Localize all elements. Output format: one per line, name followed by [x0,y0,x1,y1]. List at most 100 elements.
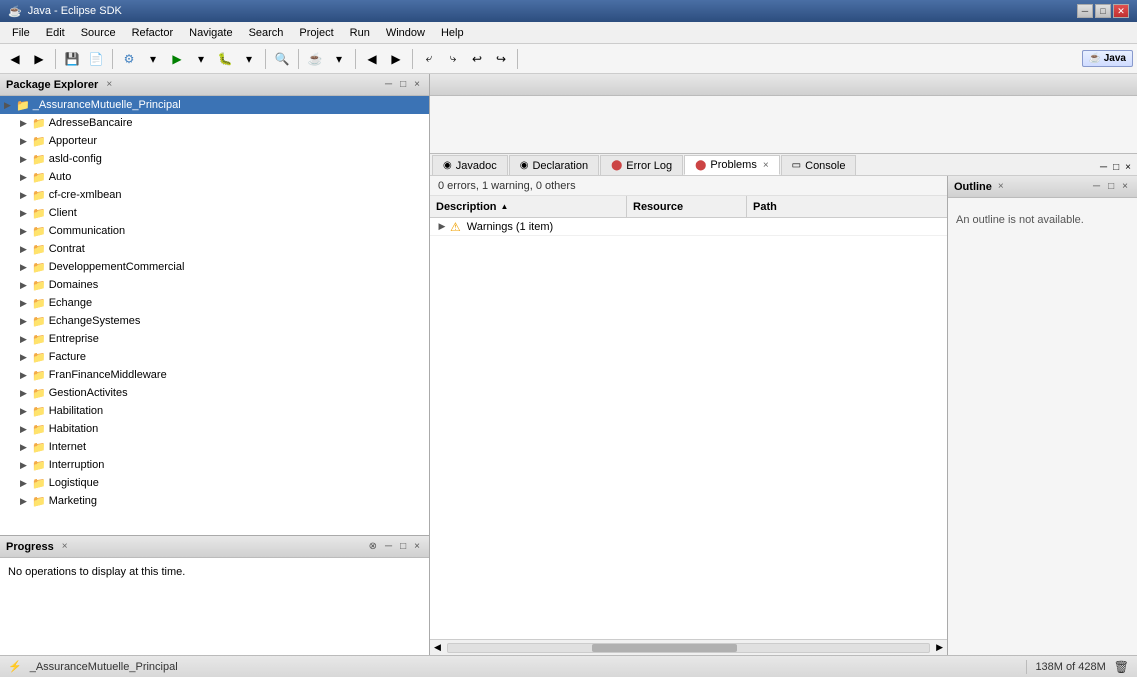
toolbar-build-dropdown[interactable]: ▾ [142,48,164,70]
menu-edit[interactable]: Edit [38,25,73,41]
tree-item-franfinance[interactable]: ▶ 📁 FranFinanceMiddleware [0,366,429,384]
tree-item-communication[interactable]: ▶ 📁 Communication [0,222,429,240]
h-scrollbar[interactable]: ◀ ▶ [430,639,947,655]
h-scroll-track[interactable] [447,643,930,653]
toolbar-extra4[interactable]: ↪ [490,48,512,70]
col-header-resource[interactable]: Resource [627,196,747,217]
package-explorer-close[interactable]: × [106,79,112,90]
expand-arrow[interactable]: ▶ [20,496,32,507]
toolbar-extra2[interactable]: ⤷ [442,48,464,70]
tree-item-internet[interactable]: ▶ 📁 Internet [0,438,429,456]
col-header-path[interactable]: Path [747,196,947,217]
tree-item-marketing[interactable]: ▶ 📁 Marketing [0,492,429,510]
expand-arrow[interactable]: ▶ [20,208,32,219]
progress-stop[interactable]: ⊗ [366,540,380,553]
menu-search[interactable]: Search [241,25,292,41]
menu-run[interactable]: Run [342,25,378,41]
progress-close[interactable]: × [62,541,68,552]
toolbar-run-dropdown[interactable]: ▾ [190,48,212,70]
toolbar-next-edit[interactable]: ▶ [385,48,407,70]
expand-arrow[interactable]: ▶ [20,352,32,363]
progress-panel-close[interactable]: × [411,540,423,553]
tree-item-entreprise[interactable]: ▶ 📁 Entreprise [0,330,429,348]
gc-button[interactable]: 🗑 [1114,660,1129,674]
tree-item-echangesystemes[interactable]: ▶ 📁 EchangeSystemes [0,312,429,330]
row-expand-icon[interactable]: ▶ [434,221,450,232]
expand-arrow[interactable]: ▶ [20,118,32,129]
expand-arrow[interactable]: ▶ [20,262,32,273]
tabs-close[interactable]: × [1123,160,1133,175]
toolbar-prev-edit[interactable]: ◀ [361,48,383,70]
expand-arrow[interactable]: ▶ [20,460,32,471]
tabs-maximize[interactable]: □ [1111,160,1121,175]
tree-item-interruption[interactable]: ▶ 📁 Interruption [0,456,429,474]
expand-arrow[interactable]: ▶ [20,298,32,309]
tree-item-echange[interactable]: ▶ 📁 Echange [0,294,429,312]
toolbar-back[interactable]: ◀ [4,48,26,70]
toolbar-extra3[interactable]: ↩ [466,48,488,70]
menu-source[interactable]: Source [73,25,124,41]
toolbar-search[interactable]: 🔍 [271,48,293,70]
toolbar-new-java[interactable]: ☕ [304,48,326,70]
tree-item-apporteur[interactable]: ▶ 📁 Apporteur [0,132,429,150]
close-button[interactable]: ✕ [1113,4,1129,18]
tree-item-habitation[interactable]: ▶ 📁 Habitation [0,420,429,438]
menu-file[interactable]: File [4,25,38,41]
menu-project[interactable]: Project [291,25,341,41]
tab-console[interactable]: ▭ Console [781,155,857,175]
tree-item-gestionactivites[interactable]: ▶ 📁 GestionActivites [0,384,429,402]
expand-arrow[interactable]: ▶ [20,316,32,327]
toolbar-debug-dropdown[interactable]: ▾ [238,48,260,70]
outline-close[interactable]: × [998,181,1004,192]
expand-arrow[interactable]: ▶ [20,334,32,345]
expand-arrow[interactable]: ▶ [20,244,32,255]
toolbar-run[interactable]: ▶ [166,48,188,70]
expand-arrow[interactable]: ▶ [20,406,32,417]
tree-item-domaines[interactable]: ▶ 📁 Domaines [0,276,429,294]
toolbar-save[interactable]: 💾 [61,48,83,70]
expand-arrow[interactable]: ▶ [20,226,32,237]
toolbar-new-dropdown[interactable]: ▾ [328,48,350,70]
panel-minimize[interactable]: ─ [382,78,395,91]
tab-javadoc[interactable]: ◉ Javadoc [432,155,508,175]
maximize-button[interactable]: □ [1095,4,1111,18]
expand-arrow[interactable]: ▶ [20,424,32,435]
expand-arrow[interactable]: ▶ [20,154,32,165]
outline-panel-close[interactable]: × [1119,180,1131,193]
panel-close[interactable]: × [411,78,423,91]
tabs-minimize[interactable]: ─ [1098,160,1109,175]
expand-arrow[interactable]: ▶ [20,370,32,381]
package-explorer-tree[interactable]: ▶ 📁 _AssuranceMutuelle_Principal ▶ 📁 Adr… [0,96,429,535]
toolbar-build[interactable]: ⚙ [118,48,140,70]
expand-arrow[interactable]: ▶ [20,442,32,453]
tab-problems-close[interactable]: × [763,160,769,171]
expand-arrow[interactable]: ▶ [20,172,32,183]
tree-item-auto[interactable]: ▶ 📁 Auto [0,168,429,186]
col-header-description[interactable]: Description ▲ [430,196,627,217]
menu-help[interactable]: Help [433,25,472,41]
tree-item-client[interactable]: ▶ 📁 Client [0,204,429,222]
minimize-button[interactable]: ─ [1077,4,1093,18]
outline-maximize[interactable]: □ [1105,180,1117,193]
toolbar-debug[interactable]: 🐛 [214,48,236,70]
tree-item-contrat[interactable]: ▶ 📁 Contrat [0,240,429,258]
h-scroll-left[interactable]: ◀ [430,642,445,653]
tree-item-cfcre[interactable]: ▶ 📁 cf-cre-xmlbean [0,186,429,204]
expand-arrow[interactable]: ▶ [20,136,32,147]
tab-declaration[interactable]: ◉ Declaration [509,155,599,175]
tree-item-habilitation[interactable]: ▶ 📁 Habilitation [0,402,429,420]
tree-item-devcommercial[interactable]: ▶ 📁 DeveloppementCommercial [0,258,429,276]
menu-window[interactable]: Window [378,25,433,41]
panel-maximize[interactable]: □ [397,78,409,91]
expand-arrow[interactable]: ▶ [20,388,32,399]
toolbar-extra1[interactable]: ⤶ [418,48,440,70]
menu-refactor[interactable]: Refactor [124,25,182,41]
progress-maximize[interactable]: □ [397,540,409,553]
expand-arrow[interactable]: ▶ [20,280,32,291]
h-scroll-thumb[interactable] [592,644,736,652]
menu-navigate[interactable]: Navigate [181,25,240,41]
toolbar-forward[interactable]: ▶ [28,48,50,70]
progress-minimize[interactable]: ─ [382,540,395,553]
table-row-warnings[interactable]: ▶ ⚠ Warnings (1 item) [430,218,947,236]
h-scroll-right[interactable]: ▶ [932,642,947,653]
